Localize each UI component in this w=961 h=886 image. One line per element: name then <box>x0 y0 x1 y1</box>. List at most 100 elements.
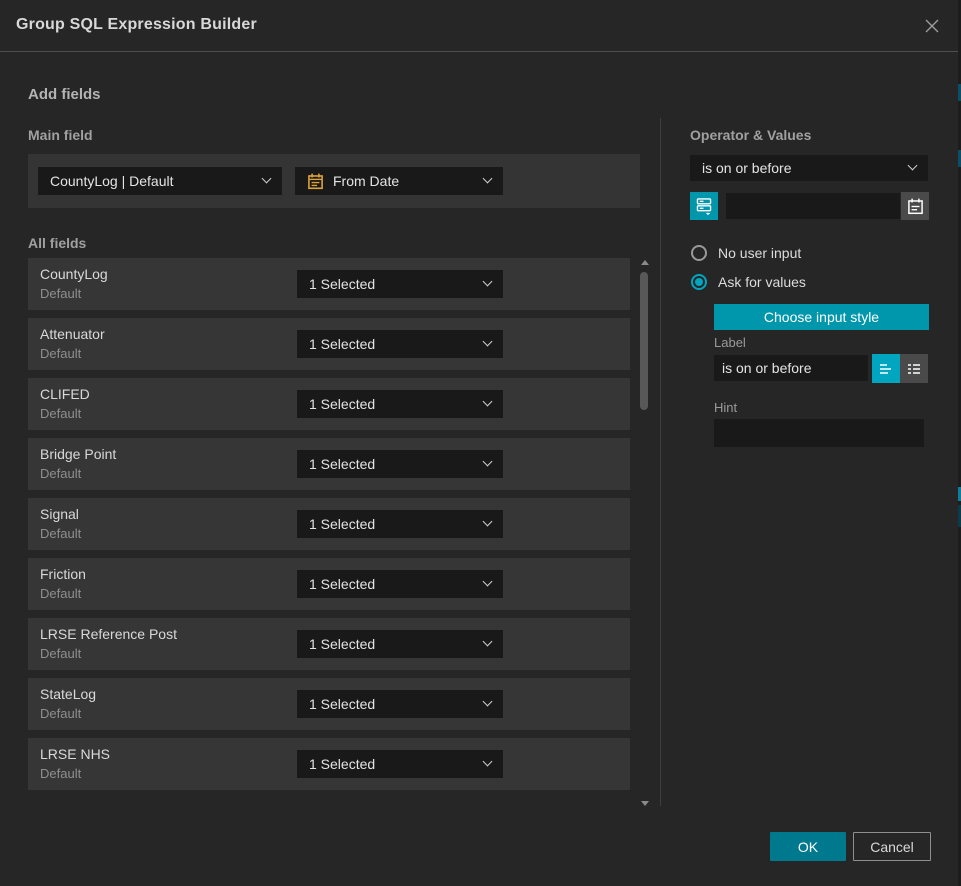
label-caption: Label <box>714 335 746 350</box>
field-name: Friction <box>40 566 86 582</box>
hint-input[interactable] <box>714 419 924 447</box>
field-row: Friction Default 1 Selected <box>28 558 630 610</box>
field-sublabel: Default <box>40 706 81 721</box>
field-row: LRSE NHS Default 1 Selected <box>28 738 630 790</box>
field-values-select-value: 1 Selected <box>309 336 375 352</box>
main-field-layer-select[interactable]: CountyLog | Default <box>38 167 282 195</box>
radio-no-user-input[interactable]: No user input <box>691 245 801 261</box>
stacked-values-icon <box>695 197 713 216</box>
chevron-down-icon <box>483 337 493 347</box>
calendar-icon <box>307 173 324 190</box>
field-values-select-value: 1 Selected <box>309 516 375 532</box>
field-row: Attenuator Default 1 Selected <box>28 318 630 370</box>
scroll-up-icon[interactable] <box>641 260 649 265</box>
date-value-input[interactable] <box>726 193 900 219</box>
date-picker-button[interactable] <box>901 192 929 220</box>
field-values-select-value: 1 Selected <box>309 276 375 292</box>
field-name: LRSE NHS <box>40 746 110 762</box>
field-name: Attenuator <box>40 326 105 342</box>
scroll-down-icon[interactable] <box>641 801 649 806</box>
fields-list-scrollbar[interactable] <box>639 258 651 808</box>
unique-values-button[interactable] <box>690 192 718 220</box>
input-style-list-button[interactable] <box>900 354 928 383</box>
field-sublabel: Default <box>40 406 81 421</box>
chevron-down-icon <box>483 757 493 767</box>
operator-select[interactable]: is on or before <box>690 155 928 181</box>
chevron-down-icon <box>483 517 493 527</box>
ok-button[interactable]: OK <box>770 832 846 861</box>
field-row: CountyLog Default 1 Selected <box>28 258 630 310</box>
field-sublabel: Default <box>40 346 81 361</box>
radio-circle-icon <box>691 245 707 261</box>
close-x-glyph <box>924 18 940 34</box>
operator-select-value: is on or before <box>702 160 792 176</box>
all-fields-list: CountyLog Default 1 Selected Attenuator … <box>28 258 630 798</box>
field-name: CLIFED <box>40 386 90 402</box>
main-field-layer-select-value: CountyLog | Default <box>50 173 174 189</box>
field-name: Signal <box>40 506 79 522</box>
scrollbar-thumb[interactable] <box>640 272 648 410</box>
field-values-select[interactable]: 1 Selected <box>297 690 503 718</box>
field-values-select[interactable]: 1 Selected <box>297 270 503 298</box>
main-field-heading: Main field <box>28 127 93 143</box>
calendar-icon <box>907 198 924 215</box>
field-row: Bridge Point Default 1 Selected <box>28 438 630 490</box>
field-values-select[interactable]: 1 Selected <box>297 570 503 598</box>
field-sublabel: Default <box>40 526 81 541</box>
field-values-select-value: 1 Selected <box>309 456 375 472</box>
field-sublabel: Default <box>40 586 81 601</box>
field-sublabel: Default <box>40 766 81 781</box>
chevron-down-icon <box>483 397 493 407</box>
field-values-select[interactable]: 1 Selected <box>297 630 503 658</box>
align-left-icon <box>878 361 894 377</box>
field-values-select[interactable]: 1 Selected <box>297 330 503 358</box>
field-row: CLIFED Default 1 Selected <box>28 378 630 430</box>
field-sublabel: Default <box>40 286 81 301</box>
chevron-down-icon <box>483 697 493 707</box>
group-sql-expression-builder-dialog: { "dialog": { "title": "Group SQL Expres… <box>0 0 961 886</box>
close-icon[interactable] <box>922 16 942 36</box>
chevron-down-icon <box>908 161 918 171</box>
field-values-select[interactable]: 1 Selected <box>297 390 503 418</box>
field-name: CountyLog <box>40 266 108 282</box>
radio-label: No user input <box>718 245 801 261</box>
input-style-text-button[interactable] <box>872 354 900 383</box>
operator-values-heading: Operator & Values <box>690 127 811 143</box>
field-values-select-value: 1 Selected <box>309 696 375 712</box>
field-values-select-value: 1 Selected <box>309 636 375 652</box>
field-values-select-value: 1 Selected <box>309 396 375 412</box>
dialog-titlebar: Group SQL Expression Builder <box>0 0 958 52</box>
field-sublabel: Default <box>40 646 81 661</box>
main-field-container: CountyLog | Default From Date <box>28 154 640 208</box>
all-fields-heading: All fields <box>28 235 86 251</box>
field-name: Bridge Point <box>40 446 116 462</box>
field-row: StateLog Default 1 Selected <box>28 678 630 730</box>
field-values-select[interactable]: 1 Selected <box>297 510 503 538</box>
field-name: StateLog <box>40 686 96 702</box>
chevron-down-icon <box>483 174 493 184</box>
field-row: Signal Default 1 Selected <box>28 498 630 550</box>
radio-circle-selected-icon <box>691 274 707 290</box>
field-row: LRSE Reference Post Default 1 Selected <box>28 618 630 670</box>
field-name: LRSE Reference Post <box>40 626 177 642</box>
choose-input-style-button[interactable]: Choose input style <box>714 304 929 330</box>
chevron-down-icon <box>483 577 493 587</box>
chevron-down-icon <box>483 457 493 467</box>
add-fields-heading: Add fields <box>28 86 101 103</box>
hint-caption: Hint <box>714 400 737 415</box>
field-values-select[interactable]: 1 Selected <box>297 750 503 778</box>
label-input[interactable] <box>714 355 868 381</box>
panel-divider <box>660 118 661 806</box>
main-field-date-select[interactable]: From Date <box>295 167 503 195</box>
cancel-button[interactable]: Cancel <box>853 832 931 861</box>
radio-ask-for-values[interactable]: Ask for values <box>691 274 806 290</box>
main-field-date-select-value: From Date <box>333 173 399 189</box>
field-values-select[interactable]: 1 Selected <box>297 450 503 478</box>
radio-label: Ask for values <box>718 274 806 290</box>
chevron-down-icon <box>483 637 493 647</box>
list-icon <box>906 361 922 377</box>
chevron-down-icon <box>483 277 493 287</box>
chevron-down-icon <box>262 174 272 184</box>
field-values-select-value: 1 Selected <box>309 756 375 772</box>
dialog-title: Group SQL Expression Builder <box>16 16 257 34</box>
